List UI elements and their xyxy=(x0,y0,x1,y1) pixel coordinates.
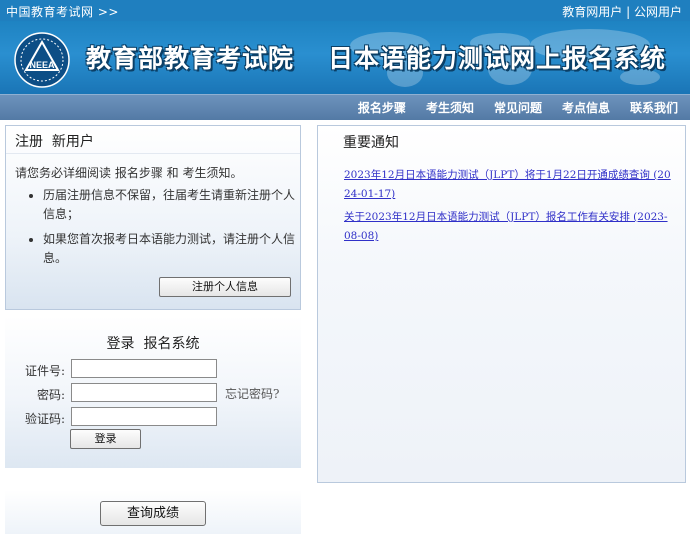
query-score-button[interactable]: 查询成绩 xyxy=(100,501,206,526)
register-intro: 请您务必详细阅读 报名步骤 和 考生须知。 xyxy=(15,166,243,180)
register-note-item: 历届注册信息不保留，往届考生请重新注册个人信息； xyxy=(43,186,295,224)
user-link-separator: | xyxy=(626,5,631,19)
notice-link[interactable]: 2023年12月日本语能力测试（JLPT）将于1月22日开通成绩查询 (2024… xyxy=(344,169,671,200)
nav-test-centers[interactable]: 考点信息 xyxy=(562,99,610,116)
nav-faq[interactable]: 常见问题 xyxy=(494,99,542,116)
register-note-item: 如果您首次报考日本语能力测试，请注册个人信息。 xyxy=(43,230,295,268)
id-number-input[interactable] xyxy=(71,359,217,378)
nav-contact-us[interactable]: 联系我们 xyxy=(630,99,678,116)
main-nav: 报名步骤 考生须知 常见问题 考点信息 联系我们 xyxy=(0,94,690,120)
user-type-links: 教育网用户 | 公网用户 xyxy=(562,3,682,20)
notice-list: 2023年12月日本语能力测试（JLPT）将于1月22日开通成绩查询 (2024… xyxy=(344,163,674,247)
system-title: 日本语能力测试网上报名系统 xyxy=(328,44,667,73)
notice-item: 2023年12月日本语能力测试（JLPT）将于1月22日开通成绩查询 (2024… xyxy=(344,163,674,201)
login-panel: 登录 报名系统 证件号: 密码: 忘记密码? 验证码: 登录 xyxy=(5,316,301,468)
forgot-password-link[interactable]: 忘记密码? xyxy=(225,385,279,402)
password-input[interactable] xyxy=(71,383,217,402)
id-label: 证件号: xyxy=(24,364,65,378)
neea-logo-icon: NEEA xyxy=(14,32,70,88)
password-label: 密码: xyxy=(36,388,65,402)
register-notes: 历届注册信息不保留，往届考生请重新注册个人信息； 如果您首次报考日本语能力测试，… xyxy=(15,186,295,274)
register-title: 注册 新用户 xyxy=(15,134,94,150)
public-user-link[interactable]: 公网用户 xyxy=(634,5,682,19)
query-panel: 查询成绩 xyxy=(5,490,301,534)
login-title: 登录 报名系统 xyxy=(106,336,200,352)
notice-panel: 重要通知 2023年12月日本语能力测试（JLPT）将于1月22日开通成绩查询 … xyxy=(317,125,686,483)
notice-link[interactable]: 关于2023年12月日本语能力测试（JLPT）报名工作有关安排 (2023-08… xyxy=(344,211,668,242)
nav-candidate-notice[interactable]: 考生须知 xyxy=(426,99,474,116)
notice-title: 重要通知 xyxy=(343,135,399,151)
top-bar: 中国教育考试网 >> 教育网用户 | 公网用户 xyxy=(0,0,690,21)
exam-site-link[interactable]: 中国教育考试网 >> xyxy=(6,3,119,20)
logo-text: NEEA xyxy=(29,60,55,70)
edu-user-link[interactable]: 教育网用户 xyxy=(562,5,622,19)
notice-item: 关于2023年12月日本语能力测试（JLPT）报名工作有关安排 (2023-08… xyxy=(344,205,674,243)
captcha-input[interactable] xyxy=(71,407,217,426)
login-button[interactable]: 登录 xyxy=(70,429,141,449)
nav-registration-steps[interactable]: 报名步骤 xyxy=(358,99,406,116)
register-panel: 注册 新用户 请您务必详细阅读 报名步骤 和 考生须知。 历届注册信息不保留，往… xyxy=(5,125,301,310)
header-banner: NEEA 教育部教育考试院 日本语能力测试网上报名系统 xyxy=(0,21,690,94)
register-divider xyxy=(6,153,300,154)
captcha-label: 验证码: xyxy=(24,412,65,426)
register-button[interactable]: 注册个人信息 xyxy=(159,277,291,297)
org-title: 教育部教育考试院 xyxy=(86,44,295,73)
